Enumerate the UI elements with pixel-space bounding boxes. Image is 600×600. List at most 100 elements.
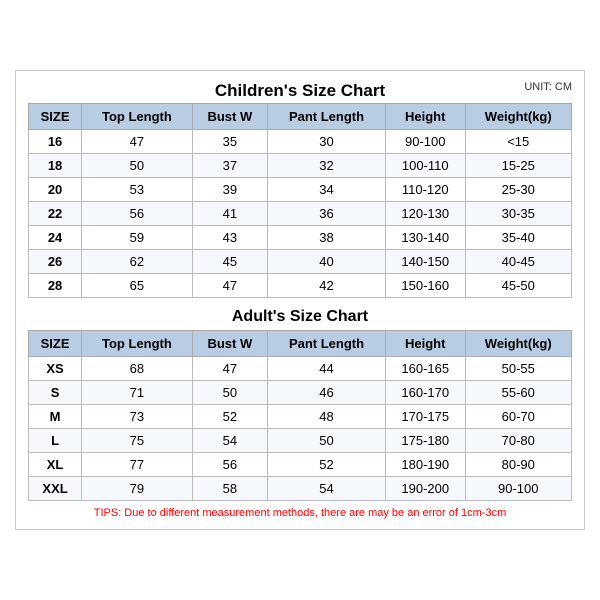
col-bust-w-header: Bust W (192, 104, 267, 130)
size-cell: 16 (29, 130, 82, 154)
table-row: 26624540140-15040-45 (29, 250, 572, 274)
data-cell: 90-100 (465, 477, 572, 501)
data-cell: 47 (192, 357, 267, 381)
data-cell: 77 (82, 453, 192, 477)
table-row: 1647353090-100<15 (29, 130, 572, 154)
data-cell: 34 (268, 178, 386, 202)
table-row: M735248170-17560-70 (29, 405, 572, 429)
data-cell: 54 (268, 477, 386, 501)
table-row: XL775652180-19080-90 (29, 453, 572, 477)
data-cell: 47 (192, 274, 267, 298)
data-cell: 130-140 (385, 226, 465, 250)
table-row: XXL795854190-20090-100 (29, 477, 572, 501)
data-cell: 25-30 (465, 178, 572, 202)
data-cell: 54 (192, 429, 267, 453)
data-cell: 53 (82, 178, 192, 202)
size-cell: XXL (29, 477, 82, 501)
data-cell: 47 (82, 130, 192, 154)
data-cell: 40 (268, 250, 386, 274)
data-cell: 90-100 (385, 130, 465, 154)
data-cell: 71 (82, 381, 192, 405)
col-weight-header: Weight(kg) (465, 104, 572, 130)
data-cell: 37 (192, 154, 267, 178)
data-cell: 190-200 (385, 477, 465, 501)
size-cell: 18 (29, 154, 82, 178)
size-cell: S (29, 381, 82, 405)
data-cell: 15-25 (465, 154, 572, 178)
adult-table: SIZE Top Length Bust W Pant Length Heigh… (28, 330, 572, 501)
data-cell: 62 (82, 250, 192, 274)
data-cell: 35-40 (465, 226, 572, 250)
table-row: 22564136120-13030-35 (29, 202, 572, 226)
col-pant-length-header: Pant Length (268, 104, 386, 130)
data-cell: 50-55 (465, 357, 572, 381)
data-cell: 100-110 (385, 154, 465, 178)
data-cell: 52 (268, 453, 386, 477)
data-cell: 73 (82, 405, 192, 429)
table-row: XS684744160-16550-55 (29, 357, 572, 381)
table-row: 20533934110-12025-30 (29, 178, 572, 202)
table-row: 28654742150-16045-50 (29, 274, 572, 298)
adult-title-text: Adult's Size Chart (232, 308, 368, 325)
col-top-length-header: Top Length (82, 104, 192, 130)
data-cell: 175-180 (385, 429, 465, 453)
tips-text: TIPS: Due to different measurement metho… (28, 505, 572, 521)
data-cell: 52 (192, 405, 267, 429)
adult-col-height-header: Height (385, 331, 465, 357)
unit-label: UNIT: CM (524, 81, 572, 93)
data-cell: 70-80 (465, 429, 572, 453)
data-cell: 120-130 (385, 202, 465, 226)
table-row: S715046160-17055-60 (29, 381, 572, 405)
data-cell: 32 (268, 154, 386, 178)
adult-header-row: SIZE Top Length Bust W Pant Length Heigh… (29, 331, 572, 357)
col-size-header: SIZE (29, 104, 82, 130)
data-cell: 80-90 (465, 453, 572, 477)
size-cell: 20 (29, 178, 82, 202)
data-cell: 50 (268, 429, 386, 453)
data-cell: 68 (82, 357, 192, 381)
data-cell: 41 (192, 202, 267, 226)
size-cell: 26 (29, 250, 82, 274)
data-cell: 59 (82, 226, 192, 250)
data-cell: 45 (192, 250, 267, 274)
data-cell: <15 (465, 130, 572, 154)
children-title-text: Children's Size Chart (215, 81, 385, 100)
adult-section-title: Adult's Size Chart (28, 302, 572, 330)
data-cell: 30 (268, 130, 386, 154)
size-cell: 28 (29, 274, 82, 298)
size-cell: XS (29, 357, 82, 381)
data-cell: 140-150 (385, 250, 465, 274)
size-cell: M (29, 405, 82, 429)
data-cell: 38 (268, 226, 386, 250)
data-cell: 58 (192, 477, 267, 501)
data-cell: 50 (192, 381, 267, 405)
data-cell: 44 (268, 357, 386, 381)
data-cell: 35 (192, 130, 267, 154)
data-cell: 160-165 (385, 357, 465, 381)
data-cell: 30-35 (465, 202, 572, 226)
data-cell: 45-50 (465, 274, 572, 298)
data-cell: 160-170 (385, 381, 465, 405)
children-table: SIZE Top Length Bust W Pant Length Heigh… (28, 103, 572, 298)
data-cell: 40-45 (465, 250, 572, 274)
adult-col-top-length-header: Top Length (82, 331, 192, 357)
table-row: 24594338130-14035-40 (29, 226, 572, 250)
adult-col-pant-length-header: Pant Length (268, 331, 386, 357)
adult-col-bust-w-header: Bust W (192, 331, 267, 357)
data-cell: 110-120 (385, 178, 465, 202)
col-height-header: Height (385, 104, 465, 130)
data-cell: 79 (82, 477, 192, 501)
data-cell: 48 (268, 405, 386, 429)
data-cell: 170-175 (385, 405, 465, 429)
data-cell: 56 (82, 202, 192, 226)
data-cell: 56 (192, 453, 267, 477)
data-cell: 60-70 (465, 405, 572, 429)
data-cell: 75 (82, 429, 192, 453)
children-section-title: Children's Size Chart UNIT: CM (28, 81, 572, 101)
data-cell: 43 (192, 226, 267, 250)
data-cell: 39 (192, 178, 267, 202)
data-cell: 36 (268, 202, 386, 226)
size-cell: XL (29, 453, 82, 477)
size-cell: 24 (29, 226, 82, 250)
table-row: 18503732100-11015-25 (29, 154, 572, 178)
